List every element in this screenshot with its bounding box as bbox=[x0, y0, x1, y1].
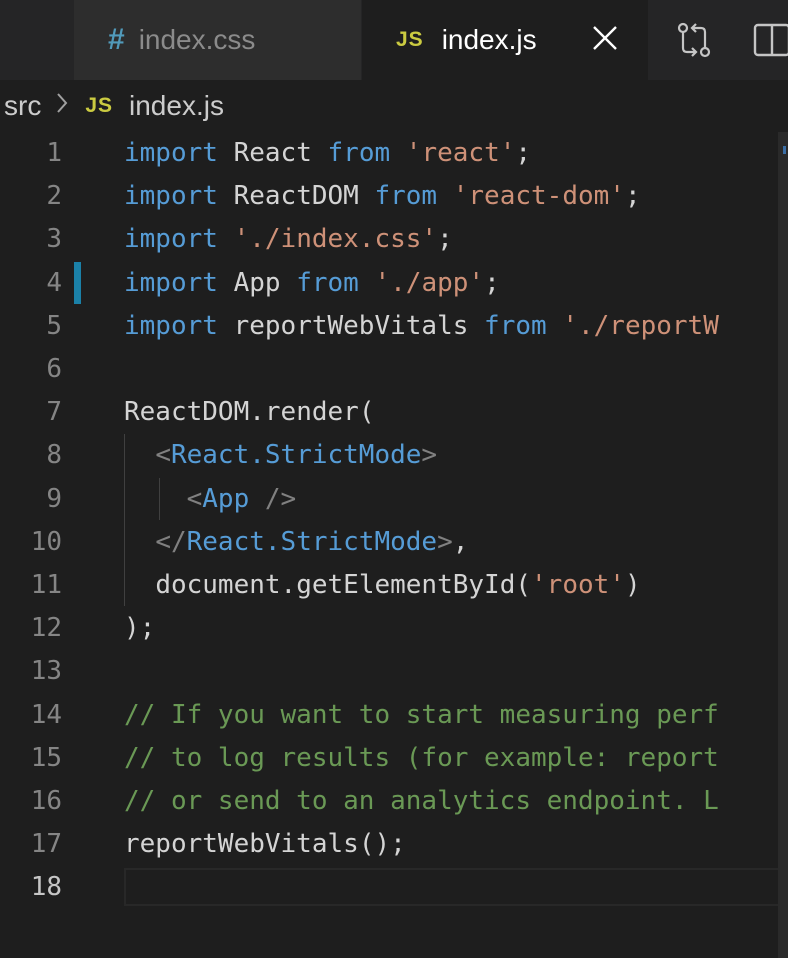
code-text: // If you want to start measuring perf bbox=[124, 699, 719, 730]
line-number: 2 bbox=[46, 181, 62, 212]
code-line[interactable]: 6 bbox=[0, 348, 778, 391]
code-line[interactable]: 11 document.getElementById('root') bbox=[0, 564, 778, 607]
css-file-icon: # bbox=[108, 23, 125, 56]
code-line[interactable]: 17 reportWebVitals(); bbox=[0, 823, 778, 866]
indent-guide bbox=[124, 434, 125, 606]
code-line[interactable]: 15 // to log results (for example: report bbox=[0, 737, 778, 780]
close-icon[interactable] bbox=[590, 20, 620, 56]
code-text: // to log results (for example: report bbox=[124, 742, 719, 773]
code-line[interactable]: 5 import reportWebVitals from './reportW bbox=[0, 305, 778, 348]
line-number: 17 bbox=[30, 829, 62, 860]
js-file-icon: JS bbox=[396, 28, 424, 51]
code-text: // or send to an analytics endpoint. L bbox=[124, 786, 719, 816]
code-text: ); bbox=[124, 613, 156, 644]
code-line[interactable]: 16 // or send to an analytics endpoint. L bbox=[0, 780, 778, 823]
vertical-scrollbar[interactable] bbox=[778, 132, 788, 958]
breadcrumb: src JS index.js bbox=[0, 80, 788, 132]
tab-bar: # index.css JS index.js bbox=[0, 0, 788, 80]
code-line[interactable]: 3 import './index.css'; bbox=[0, 218, 778, 261]
tab-label: index.css bbox=[138, 24, 256, 55]
tab-index-css[interactable]: # index.css bbox=[74, 0, 362, 80]
code-text: document.getElementById('root') bbox=[155, 570, 641, 600]
line-number: 5 bbox=[46, 310, 62, 341]
tab-bar-empty-space bbox=[0, 0, 74, 80]
code-text: <React.StrictMode> bbox=[155, 440, 438, 471]
js-file-icon: JS bbox=[85, 94, 114, 117]
code-editor[interactable]: 1 import React from 'react'; 2 import React… bbox=[0, 132, 778, 958]
current-line-highlight bbox=[124, 868, 784, 906]
code-text: </React.StrictMode>, bbox=[155, 526, 469, 557]
modified-line-indicator bbox=[74, 262, 81, 304]
code-line[interactable]: 9 <App /> bbox=[0, 478, 778, 521]
line-number: 10 bbox=[30, 526, 62, 557]
code-line[interactable]: 4 import App from './app'; bbox=[0, 262, 778, 305]
chevron-right-icon bbox=[55, 91, 69, 122]
breadcrumb-file[interactable]: index.js bbox=[129, 90, 224, 122]
line-number: 6 bbox=[46, 354, 62, 384]
code-text: import React from 'react'; bbox=[124, 138, 532, 168]
code-line[interactable]: 1 import React from 'react'; bbox=[0, 132, 778, 175]
code-line[interactable]: 13 bbox=[0, 650, 778, 693]
code-text: reportWebVitals(); bbox=[124, 829, 406, 860]
line-number: 3 bbox=[46, 224, 62, 255]
line-number: 13 bbox=[30, 656, 62, 687]
compare-changes-icon[interactable] bbox=[674, 20, 714, 60]
code-line[interactable]: 8 <React.StrictMode> bbox=[0, 434, 778, 477]
indent-guide bbox=[159, 478, 160, 520]
tab-index-js[interactable]: JS index.js bbox=[362, 0, 648, 80]
code-text: <App /> bbox=[186, 483, 297, 514]
code-line[interactable]: 14 // If you want to start measuring perf bbox=[0, 694, 778, 737]
line-number: 15 bbox=[30, 742, 62, 773]
line-number: 14 bbox=[30, 699, 62, 730]
line-number: 7 bbox=[46, 397, 62, 428]
code-line[interactable]: 12); bbox=[0, 607, 778, 650]
editor-actions bbox=[648, 0, 788, 80]
code-text: import App from './app'; bbox=[124, 267, 500, 298]
code-text: ReactDOM.render( bbox=[124, 397, 375, 428]
line-number: 8 bbox=[46, 440, 62, 471]
split-editor-icon[interactable] bbox=[752, 20, 788, 60]
code-line[interactable]: 7 ReactDOM.render( bbox=[0, 391, 778, 434]
line-number: 18 bbox=[30, 872, 62, 903]
code-line[interactable]: 10 </React.StrictMode>, bbox=[0, 521, 778, 564]
code-text: import './index.css'; bbox=[124, 224, 453, 255]
line-number: 16 bbox=[30, 786, 62, 816]
tab-label: index.js bbox=[441, 24, 537, 55]
line-number: 11 bbox=[30, 570, 62, 600]
code-text: import reportWebVitals from './reportW bbox=[124, 310, 719, 341]
code-text: import ReactDOM from 'react-dom'; bbox=[124, 181, 641, 212]
scrollbar-marker bbox=[783, 146, 786, 154]
line-number: 9 bbox=[46, 483, 62, 514]
line-number: 4 bbox=[46, 267, 62, 298]
breadcrumb-folder-src[interactable]: src bbox=[4, 90, 41, 122]
code-line[interactable]: 2 import ReactDOM from 'react-dom'; bbox=[0, 175, 778, 218]
line-number: 12 bbox=[30, 613, 62, 644]
line-number: 1 bbox=[46, 138, 62, 168]
